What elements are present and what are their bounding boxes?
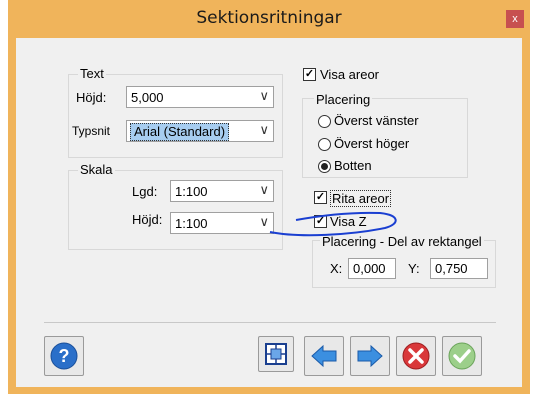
forward-arrow-icon xyxy=(357,344,383,368)
dialog-body: Text Höjd: 5,000 ∨ Typsnit Arial (Standa… xyxy=(16,38,522,387)
x-label: X: xyxy=(330,261,343,276)
radio-top-right-label: Överst höger xyxy=(334,136,410,151)
radio-top-right[interactable] xyxy=(318,138,331,151)
radio-top-left[interactable] xyxy=(318,115,331,128)
lgd-value: 1:100 xyxy=(175,184,208,199)
cancel-button[interactable] xyxy=(396,336,436,376)
chevron-down-icon[interactable]: ∨ xyxy=(259,182,269,198)
back-arrow-icon xyxy=(311,344,337,368)
separator xyxy=(44,322,496,323)
scale-height-combo[interactable]: 1:100 ∨ xyxy=(170,212,274,234)
show-areas-checkbox[interactable]: ✓ xyxy=(303,68,316,81)
text-height-label: Höjd: xyxy=(76,90,107,105)
font-value: Arial (Standard) xyxy=(130,123,230,141)
zoom-extents-button[interactable] xyxy=(258,336,294,372)
ok-button[interactable] xyxy=(442,336,482,376)
lgd-label: Lgd: xyxy=(132,184,158,199)
text-group-label: Text xyxy=(78,66,106,81)
back-button[interactable] xyxy=(304,336,344,376)
svg-text:?: ? xyxy=(59,346,70,366)
zoom-extents-icon xyxy=(265,343,287,365)
scale-height-label: Höjd: xyxy=(132,212,163,227)
font-label: Typsnit xyxy=(72,124,111,138)
window-title: Sektionsritningar xyxy=(196,8,342,28)
x-field[interactable]: 0,000 xyxy=(348,258,396,279)
show-z-checkbox[interactable]: ✓ xyxy=(314,215,327,228)
lgd-combo[interactable]: 1:100 ∨ xyxy=(170,180,274,202)
help-button[interactable]: ? xyxy=(44,336,84,376)
font-combo[interactable]: Arial (Standard) ∨ xyxy=(126,120,274,142)
text-height-combo[interactable]: 5,000 ∨ xyxy=(126,86,274,108)
chevron-down-icon[interactable]: ∨ xyxy=(259,122,269,138)
cancel-icon xyxy=(402,342,430,370)
placement-rect-label: Placering - Del av rektangel xyxy=(320,234,484,249)
chevron-down-icon[interactable]: ∨ xyxy=(259,88,269,104)
scale-height-value: 1:100 xyxy=(175,216,208,231)
help-icon: ? xyxy=(50,342,78,370)
y-label: Y: xyxy=(408,261,420,276)
placement-group-label: Placering xyxy=(314,92,373,107)
radio-selected-dot xyxy=(321,163,328,170)
radio-top-left-label: Överst vänster xyxy=(334,113,419,128)
chevron-down-icon[interactable]: ∨ xyxy=(259,214,269,230)
y-field[interactable]: 0,750 xyxy=(430,258,488,279)
draw-areas-checkbox[interactable]: ✓ xyxy=(314,191,327,204)
scale-group-label: Skala xyxy=(78,162,115,177)
close-button[interactable]: x xyxy=(506,10,524,28)
text-height-value: 5,000 xyxy=(131,90,164,105)
radio-bottom[interactable] xyxy=(318,160,331,173)
draw-areas-label: Rita areor xyxy=(330,190,392,207)
ok-icon xyxy=(448,342,476,370)
show-z-label: Visa Z xyxy=(330,214,367,229)
radio-bottom-label: Botten xyxy=(334,158,372,173)
dialog-window: Sektionsritningar x Text Höjd: 5,000 ∨ T… xyxy=(8,0,530,394)
forward-button[interactable] xyxy=(350,336,390,376)
show-areas-label: Visa areor xyxy=(320,67,380,82)
title-bar[interactable]: Sektionsritningar x xyxy=(8,0,530,38)
